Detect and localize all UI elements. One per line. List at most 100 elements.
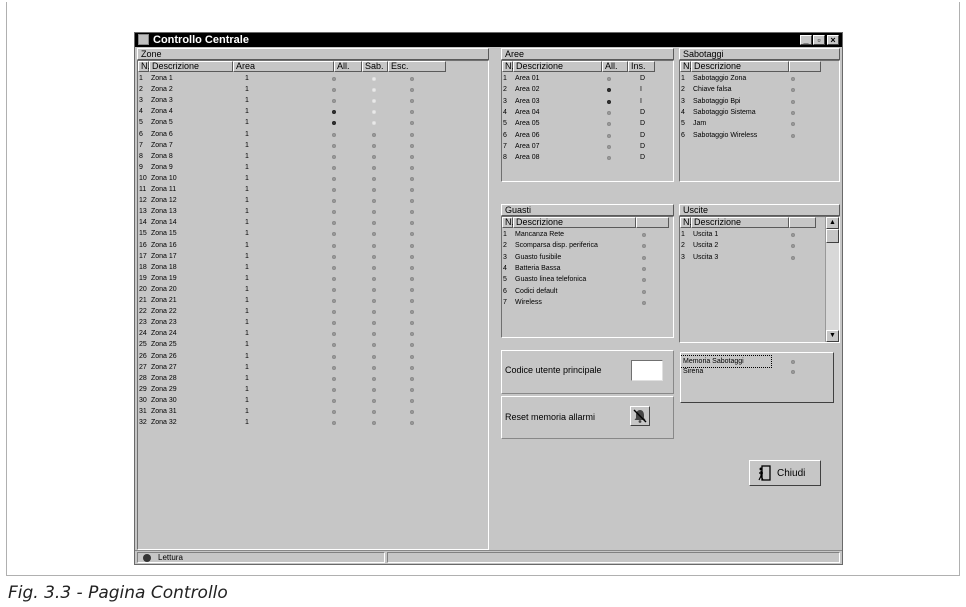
table-row[interactable]: 29 Zona 29 1	[138, 384, 488, 395]
col-descrizione[interactable]: Descrizione	[691, 217, 789, 228]
alarm-led	[332, 232, 336, 237]
list-item[interactable]: 3 Uscita 3	[680, 252, 839, 263]
col-n[interactable]: N.	[502, 217, 514, 228]
table-row[interactable]: 26 Zona 26 1	[138, 351, 488, 362]
list-item[interactable]: 2 Scomparsa disp. periferica	[502, 240, 673, 251]
table-row[interactable]: 6 Area 06 D	[502, 130, 673, 141]
zone-number: 13	[139, 208, 147, 216]
list-item[interactable]: 3 Sabotaggio Bpi	[680, 96, 839, 107]
reset-alarm-button[interactable]	[630, 406, 650, 426]
col-stato[interactable]	[789, 61, 821, 72]
table-row[interactable]: 25 Zona 25 1	[138, 339, 488, 350]
memoria-list[interactable]: Memoria Sabotaggi Sirena	[680, 352, 834, 403]
col-n[interactable]: N.	[680, 61, 692, 72]
table-row[interactable]: 30 Zona 30 1	[138, 395, 488, 406]
col-esclusa[interactable]: Esc.	[388, 61, 446, 72]
table-row[interactable]: 23 Zona 23 1	[138, 317, 488, 328]
table-row[interactable]: 15 Zona 15 1	[138, 228, 488, 239]
alarm-led	[607, 122, 611, 127]
table-row[interactable]: 19 Zona 19 1	[138, 273, 488, 284]
col-sabotaggio[interactable]: Sab.	[362, 61, 388, 72]
list-item[interactable]: 1 Mancanza Rete	[502, 229, 673, 240]
table-row[interactable]: 27 Zona 27 1	[138, 362, 488, 373]
tamper-led	[372, 232, 376, 237]
table-row[interactable]: 16 Zona 16 1	[138, 240, 488, 251]
table-row[interactable]: 7 Zona 7 1	[138, 140, 488, 151]
list-item[interactable]: 6 Sabotaggio Wireless	[680, 130, 839, 141]
area-number: 2	[503, 86, 507, 94]
list-item[interactable]: 2 Chiave falsa	[680, 84, 839, 95]
table-row[interactable]: 8 Area 08 D	[502, 152, 673, 163]
col-descrizione[interactable]: Descrizione	[691, 61, 789, 72]
col-stato[interactable]	[789, 217, 816, 228]
col-n[interactable]: N.	[502, 61, 514, 72]
table-row[interactable]: 17 Zona 17 1	[138, 251, 488, 262]
list-item[interactable]: 5 Jam	[680, 118, 839, 129]
table-row[interactable]: 11 Zona 11 1	[138, 184, 488, 195]
excluded-led	[410, 77, 414, 81]
table-row[interactable]: 31 Zona 31 1	[138, 406, 488, 417]
list-item[interactable]: 4 Batteria Bassa	[502, 263, 673, 274]
chiudi-button[interactable]: Chiudi	[749, 460, 821, 486]
col-area[interactable]: Area	[233, 61, 334, 72]
table-row[interactable]: 9 Zona 9 1	[138, 162, 488, 173]
col-descrizione[interactable]: Descrizione	[149, 61, 233, 72]
table-row[interactable]: 24 Zona 24 1	[138, 328, 488, 339]
list-item[interactable]: 1 Sabotaggio Zona	[680, 73, 839, 84]
table-row[interactable]: 4 Area 04 D	[502, 107, 673, 118]
table-row[interactable]: 20 Zona 20 1	[138, 284, 488, 295]
table-row[interactable]: 6 Zona 6 1	[138, 129, 488, 140]
col-allarme[interactable]: All.	[602, 61, 628, 72]
table-row[interactable]: 2 Area 02 I	[502, 84, 673, 95]
col-n[interactable]: N.	[680, 217, 692, 228]
list-item[interactable]: 1 Uscita 1	[680, 229, 839, 240]
table-row[interactable]: 8 Zona 8 1	[138, 151, 488, 162]
zone-description: Zona 17	[151, 252, 177, 260]
table-row[interactable]: 21 Zona 21 1	[138, 295, 488, 306]
minimize-button[interactable]: _	[800, 35, 812, 45]
codice-input[interactable]	[631, 360, 663, 381]
list-item[interactable]: 2 Uscita 2	[680, 240, 839, 251]
list-item[interactable]: 4 Sabotaggio Sistema	[680, 107, 839, 118]
status-led	[642, 266, 646, 271]
list-item[interactable]: 7 Wireless	[502, 297, 673, 308]
table-row[interactable]: 1 Zona 1 1	[138, 73, 488, 84]
table-row[interactable]: 5 Zona 5 1	[138, 117, 488, 128]
table-row[interactable]: 3 Zona 3 1	[138, 95, 488, 106]
zone-list[interactable]: N. Descrizione Area All. Sab. Esc. 1 Zona…	[137, 60, 489, 550]
table-row[interactable]: 18 Zona 18 1	[138, 262, 488, 273]
table-row[interactable]: 10 Zona 10 1	[138, 173, 488, 184]
zone-area: 1	[245, 319, 249, 327]
list-item[interactable]: 3 Guasto fusibile	[502, 252, 673, 263]
memory-item[interactable]: Sirena	[681, 366, 833, 377]
guasti-list[interactable]: N. Descrizione 1 Mancanza Rete 2 Scomparsa …	[501, 216, 674, 338]
table-row[interactable]: 3 Area 03 I	[502, 96, 673, 107]
col-stato[interactable]	[636, 217, 669, 228]
list-item[interactable]: 6 Codici default	[502, 286, 673, 297]
col-inserita[interactable]: Ins.	[628, 61, 655, 72]
alarm-led	[607, 144, 611, 149]
table-row[interactable]: 32 Zona 32 1	[138, 417, 488, 428]
restore-button[interactable]: ▫	[813, 35, 825, 45]
sabotaggi-list[interactable]: N. Descrizione 1 Sabotaggio Zona 2 Chiave f…	[679, 60, 840, 182]
close-button[interactable]: ×	[827, 35, 839, 45]
table-row[interactable]: 14 Zona 14 1	[138, 217, 488, 228]
table-row[interactable]: 22 Zona 22 1	[138, 306, 488, 317]
table-row[interactable]: 5 Area 05 D	[502, 118, 673, 129]
col-descrizione[interactable]: Descrizione	[513, 61, 602, 72]
col-descrizione[interactable]: Descrizione	[513, 217, 636, 228]
col-n[interactable]: N.	[138, 61, 150, 72]
col-allarme[interactable]: All.	[334, 61, 362, 72]
uscite-list[interactable]: N. Descrizione ▲ ▼ 1 Uscita 1 2 Uscita 2 3 Us…	[679, 216, 840, 343]
scroll-down-button[interactable]: ▼	[826, 330, 839, 342]
table-row[interactable]: 4 Zona 4 1	[138, 106, 488, 117]
table-row[interactable]: 28 Zona 28 1	[138, 373, 488, 384]
scroll-up-button[interactable]: ▲	[826, 217, 839, 229]
table-row[interactable]: 2 Zona 2 1	[138, 84, 488, 95]
aree-list[interactable]: N. Descrizione All. Ins. 1 Area 01 D 2 Area …	[501, 60, 674, 182]
list-item[interactable]: 5 Guasto linea telefonica	[502, 274, 673, 285]
table-row[interactable]: 1 Area 01 D	[502, 73, 673, 84]
table-row[interactable]: 12 Zona 12 1	[138, 195, 488, 206]
table-row[interactable]: 7 Area 07 D	[502, 141, 673, 152]
table-row[interactable]: 13 Zona 13 1	[138, 206, 488, 217]
